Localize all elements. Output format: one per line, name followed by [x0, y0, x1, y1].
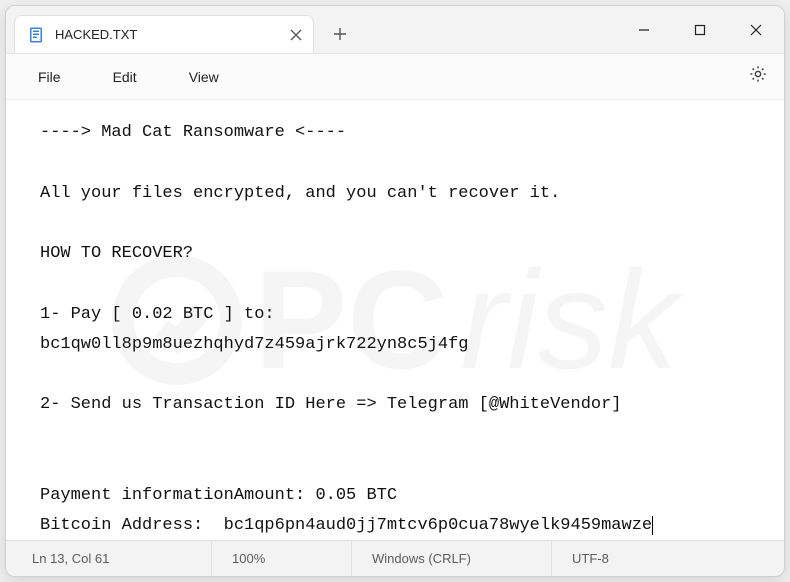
status-zoom[interactable]: 100%	[212, 541, 352, 576]
status-line-ending[interactable]: Windows (CRLF)	[352, 541, 552, 576]
gear-icon	[748, 64, 768, 89]
text-caret	[652, 516, 653, 535]
statusbar: Ln 13, Col 61 100% Windows (CRLF) UTF-8	[6, 540, 784, 576]
status-position[interactable]: Ln 13, Col 61	[12, 541, 212, 576]
menu-view[interactable]: View	[175, 61, 233, 93]
text-line: 2- Send us Transaction ID Here => Telegr…	[40, 395, 622, 414]
text-line: bc1qw0ll8p9m8uezhqhyd7z459ajrk722yn8c5j4…	[40, 335, 468, 354]
editor-content[interactable]: PC risk ----> Mad Cat Ransomware <---- A…	[6, 100, 784, 540]
text-line: ----> Mad Cat Ransomware <----	[40, 123, 346, 142]
close-window-button[interactable]	[728, 6, 784, 53]
text-line: HOW TO RECOVER?	[40, 244, 193, 263]
settings-button[interactable]	[740, 59, 776, 95]
new-tab-button[interactable]	[320, 15, 360, 53]
text-line: All your files encrypted, and you can't …	[40, 184, 560, 203]
tab-hacked-txt[interactable]: HACKED.TXT	[14, 15, 314, 53]
minimize-button[interactable]	[616, 6, 672, 53]
menu-file[interactable]: File	[24, 61, 75, 93]
tab-title: HACKED.TXT	[55, 27, 279, 42]
titlebar: HACKED.TXT	[6, 6, 784, 54]
maximize-button[interactable]	[672, 6, 728, 53]
window-controls	[616, 6, 784, 53]
text-line: Payment informationAmount: 0.05 BTC	[40, 486, 397, 505]
notepad-icon	[27, 26, 45, 44]
text-area[interactable]: ----> Mad Cat Ransomware <---- All your …	[6, 100, 784, 540]
text-line: 1- Pay [ 0.02 BTC ] to:	[40, 305, 275, 324]
menu-edit[interactable]: Edit	[99, 61, 151, 93]
status-encoding[interactable]: UTF-8	[552, 541, 672, 576]
close-tab-icon[interactable]	[289, 28, 303, 42]
notepad-window: HACKED.TXT	[5, 5, 785, 577]
tabs-area: HACKED.TXT	[6, 6, 616, 53]
text-line: Bitcoin Address: bc1qp6pn4aud0jj7mtcv6p0…	[40, 516, 652, 535]
menubar: File Edit View	[6, 54, 784, 100]
